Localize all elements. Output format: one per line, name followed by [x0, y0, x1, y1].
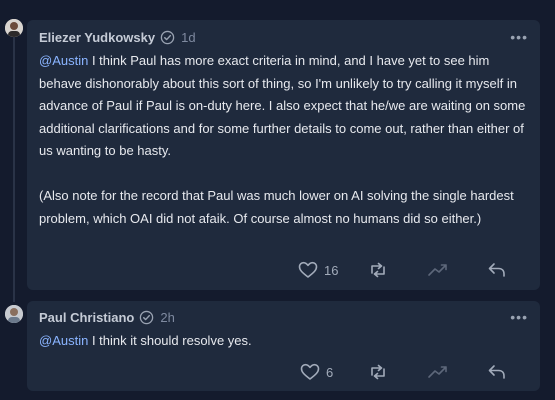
author-name[interactable]: Eliezer Yudkowsky	[39, 30, 155, 45]
trend-button[interactable]	[427, 362, 449, 382]
timestamp[interactable]: 1d	[181, 30, 195, 45]
comment-thread: Eliezer Yudkowsky 1d ••• @Austin I think…	[0, 0, 555, 400]
comment-actions: 6	[27, 362, 540, 382]
comment-paragraph: (Also note for the record that Paul was …	[39, 188, 514, 226]
avatar-image	[5, 305, 23, 323]
comment-body: @Austin I think Paul has more exact crit…	[39, 50, 526, 230]
comment-body: @Austin I think it should resolve yes.	[39, 330, 526, 353]
comment-text: I think it should resolve yes.	[88, 333, 252, 348]
reply-button[interactable]	[487, 260, 507, 280]
repost-button[interactable]	[368, 260, 388, 280]
author-name[interactable]: Paul Christiano	[39, 310, 134, 325]
like-button[interactable]: 6	[300, 362, 333, 382]
comment-paragraph: @Austin I think it should resolve yes.	[39, 330, 526, 353]
mention-link[interactable]: @Austin	[39, 333, 88, 348]
reply-icon	[488, 365, 505, 379]
trend-button[interactable]	[427, 260, 449, 280]
avatar[interactable]	[5, 305, 23, 323]
trend-icon	[428, 264, 447, 276]
reply-button[interactable]	[487, 362, 507, 382]
comment-paragraph: @Austin I think Paul has more exact crit…	[39, 50, 526, 163]
timestamp[interactable]: 2h	[160, 310, 174, 325]
avatar-image	[5, 19, 23, 37]
repost-button[interactable]	[368, 362, 388, 382]
repost-icon	[371, 364, 385, 380]
like-count: 6	[326, 364, 334, 380]
comment-header: Eliezer Yudkowsky 1d •••	[39, 27, 530, 47]
heart-icon	[300, 363, 320, 380]
comment-card: Eliezer Yudkowsky 1d ••• @Austin I think…	[27, 20, 540, 290]
verified-icon	[160, 30, 175, 45]
heart-icon	[298, 261, 318, 278]
repost-icon	[371, 262, 385, 278]
more-icon[interactable]: •••	[510, 27, 528, 47]
thread-line	[13, 32, 15, 302]
comment-actions: 16	[27, 260, 540, 280]
more-icon[interactable]: •••	[510, 307, 528, 327]
comment-header: Paul Christiano 2h •••	[39, 307, 530, 327]
like-count: 16	[324, 262, 339, 278]
verified-icon	[139, 310, 154, 325]
like-button[interactable]: 16	[298, 260, 338, 280]
avatar[interactable]	[5, 19, 23, 37]
reply-icon	[488, 263, 505, 277]
trend-icon	[428, 366, 447, 378]
comment-text: I think Paul has more exact criteria in …	[39, 53, 526, 158]
comment-card: Paul Christiano 2h ••• @Austin I think i…	[27, 301, 540, 391]
mention-link[interactable]: @Austin	[39, 53, 88, 68]
